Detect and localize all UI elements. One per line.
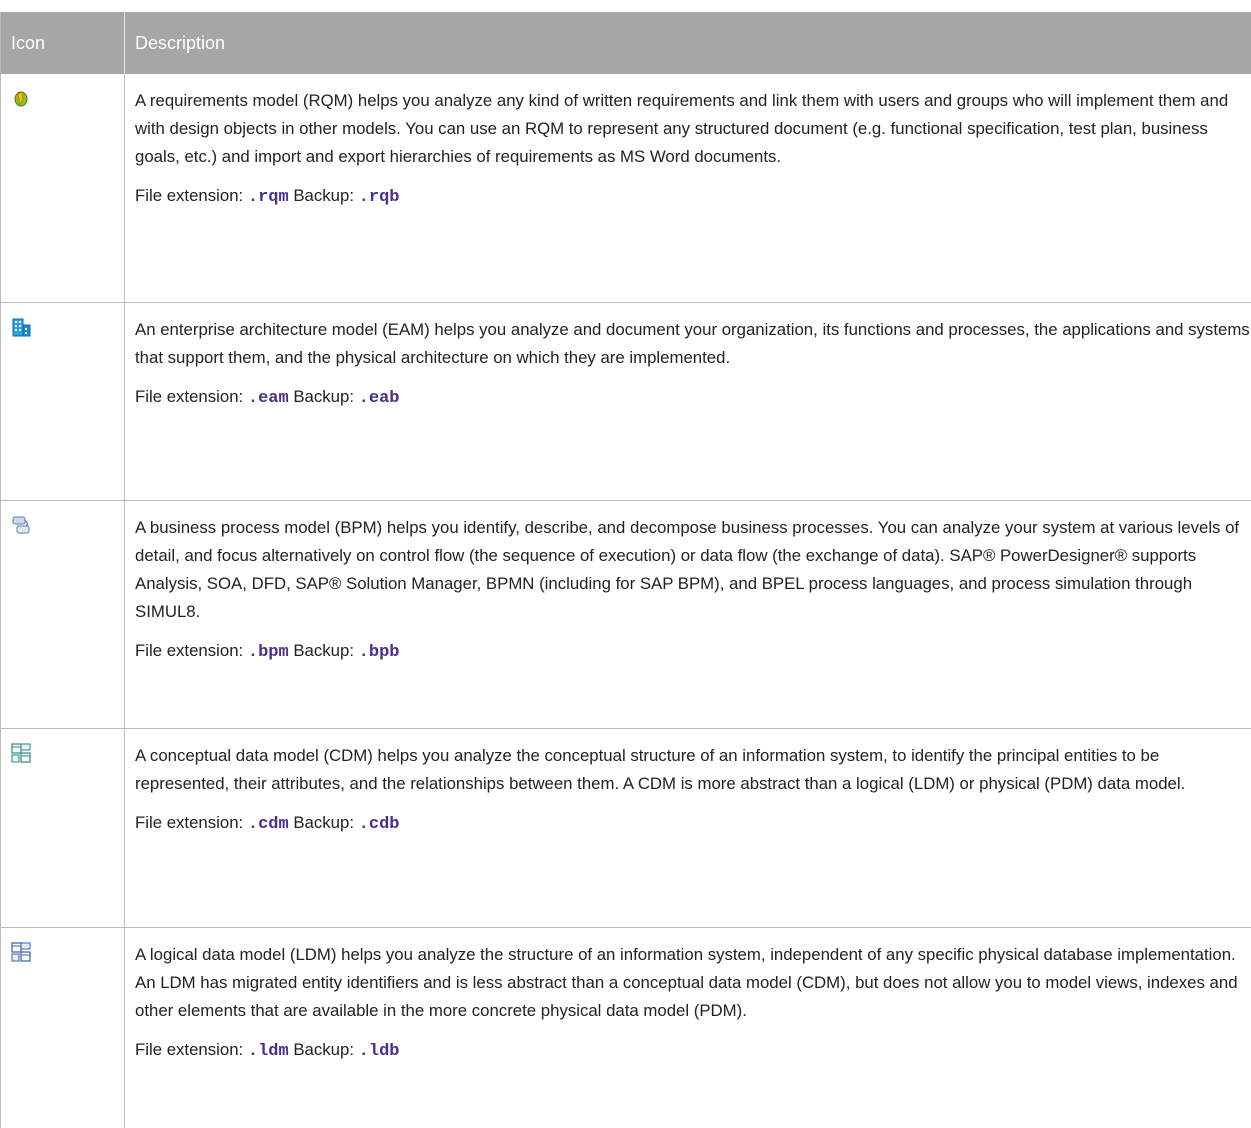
file-extension-line: File extension: .eam Backup: .eab xyxy=(135,383,1251,413)
file-extension-line: File extension: .cdm Backup: .cdb xyxy=(135,809,1251,839)
backup-value: .cdb xyxy=(358,815,400,834)
backup-label: Backup: xyxy=(293,387,354,406)
model-types-table: Icon Description A requirements model (R… xyxy=(0,12,1251,1128)
icon-cell xyxy=(1,74,125,302)
ext-label: File extension: xyxy=(135,1040,244,1059)
icon-cell xyxy=(1,729,125,927)
backup-value: .bpb xyxy=(358,643,400,662)
description-cell: A requirements model (RQM) helps you ana… xyxy=(125,74,1251,302)
table-row: A business process model (BPM) helps you… xyxy=(1,501,1251,729)
ext-value: .bpm xyxy=(247,643,289,662)
ext-label: File extension: xyxy=(135,813,244,832)
file-extension-line: File extension: .rqm Backup: .rqb xyxy=(135,182,1251,212)
backup-label: Backup: xyxy=(293,186,354,205)
backup-value: .rqb xyxy=(358,188,400,207)
table-row: A requirements model (RQM) helps you ana… xyxy=(1,74,1251,303)
description-text: A requirements model (RQM) helps you ana… xyxy=(135,91,1229,166)
ext-value: .rqm xyxy=(247,188,289,207)
backup-value: .ldb xyxy=(358,1042,400,1061)
requirements-model-icon xyxy=(11,88,31,108)
ext-value: .cdm xyxy=(247,815,289,834)
backup-label: Backup: xyxy=(293,1040,354,1059)
description-cell: An enterprise architecture model (EAM) h… xyxy=(125,303,1251,500)
ext-label: File extension: xyxy=(135,387,244,406)
business-process-model-icon xyxy=(11,515,31,535)
file-extension-line: File extension: .bpm Backup: .bpb xyxy=(135,637,1251,667)
description-cell: A logical data model (LDM) helps you ana… xyxy=(125,928,1251,1128)
icon-cell xyxy=(1,928,125,1128)
table-row: A logical data model (LDM) helps you ana… xyxy=(1,928,1251,1128)
description-text: A conceptual data model (CDM) helps you … xyxy=(135,746,1186,793)
file-extension-line: File extension: .ldm Backup: .ldb xyxy=(135,1036,1251,1066)
icon-cell xyxy=(1,303,125,500)
backup-label: Backup: xyxy=(293,813,354,832)
ext-label: File extension: xyxy=(135,641,244,660)
conceptual-data-model-icon xyxy=(11,743,31,763)
description-text: A logical data model (LDM) helps you ana… xyxy=(135,945,1238,1020)
table-row: An enterprise architecture model (EAM) h… xyxy=(1,303,1251,501)
logical-data-model-icon xyxy=(11,942,31,962)
enterprise-architecture-model-icon xyxy=(11,317,31,337)
header-description: Description xyxy=(135,32,226,53)
description-text: A business process model (BPM) helps you… xyxy=(135,518,1240,621)
description-cell: A business process model (BPM) helps you… xyxy=(125,501,1251,728)
icon-cell xyxy=(1,501,125,728)
header-icon: Icon xyxy=(1,12,125,74)
backup-label: Backup: xyxy=(293,641,354,660)
ext-label: File extension: xyxy=(135,186,244,205)
table-row: A conceptual data model (CDM) helps you … xyxy=(1,729,1251,928)
table-header: Icon Description xyxy=(1,12,1251,74)
ext-value: .ldm xyxy=(247,1042,289,1061)
description-cell: A conceptual data model (CDM) helps you … xyxy=(125,729,1251,927)
ext-value: .eam xyxy=(247,389,289,408)
backup-value: .eab xyxy=(358,389,400,408)
description-text: An enterprise architecture model (EAM) h… xyxy=(135,320,1250,367)
